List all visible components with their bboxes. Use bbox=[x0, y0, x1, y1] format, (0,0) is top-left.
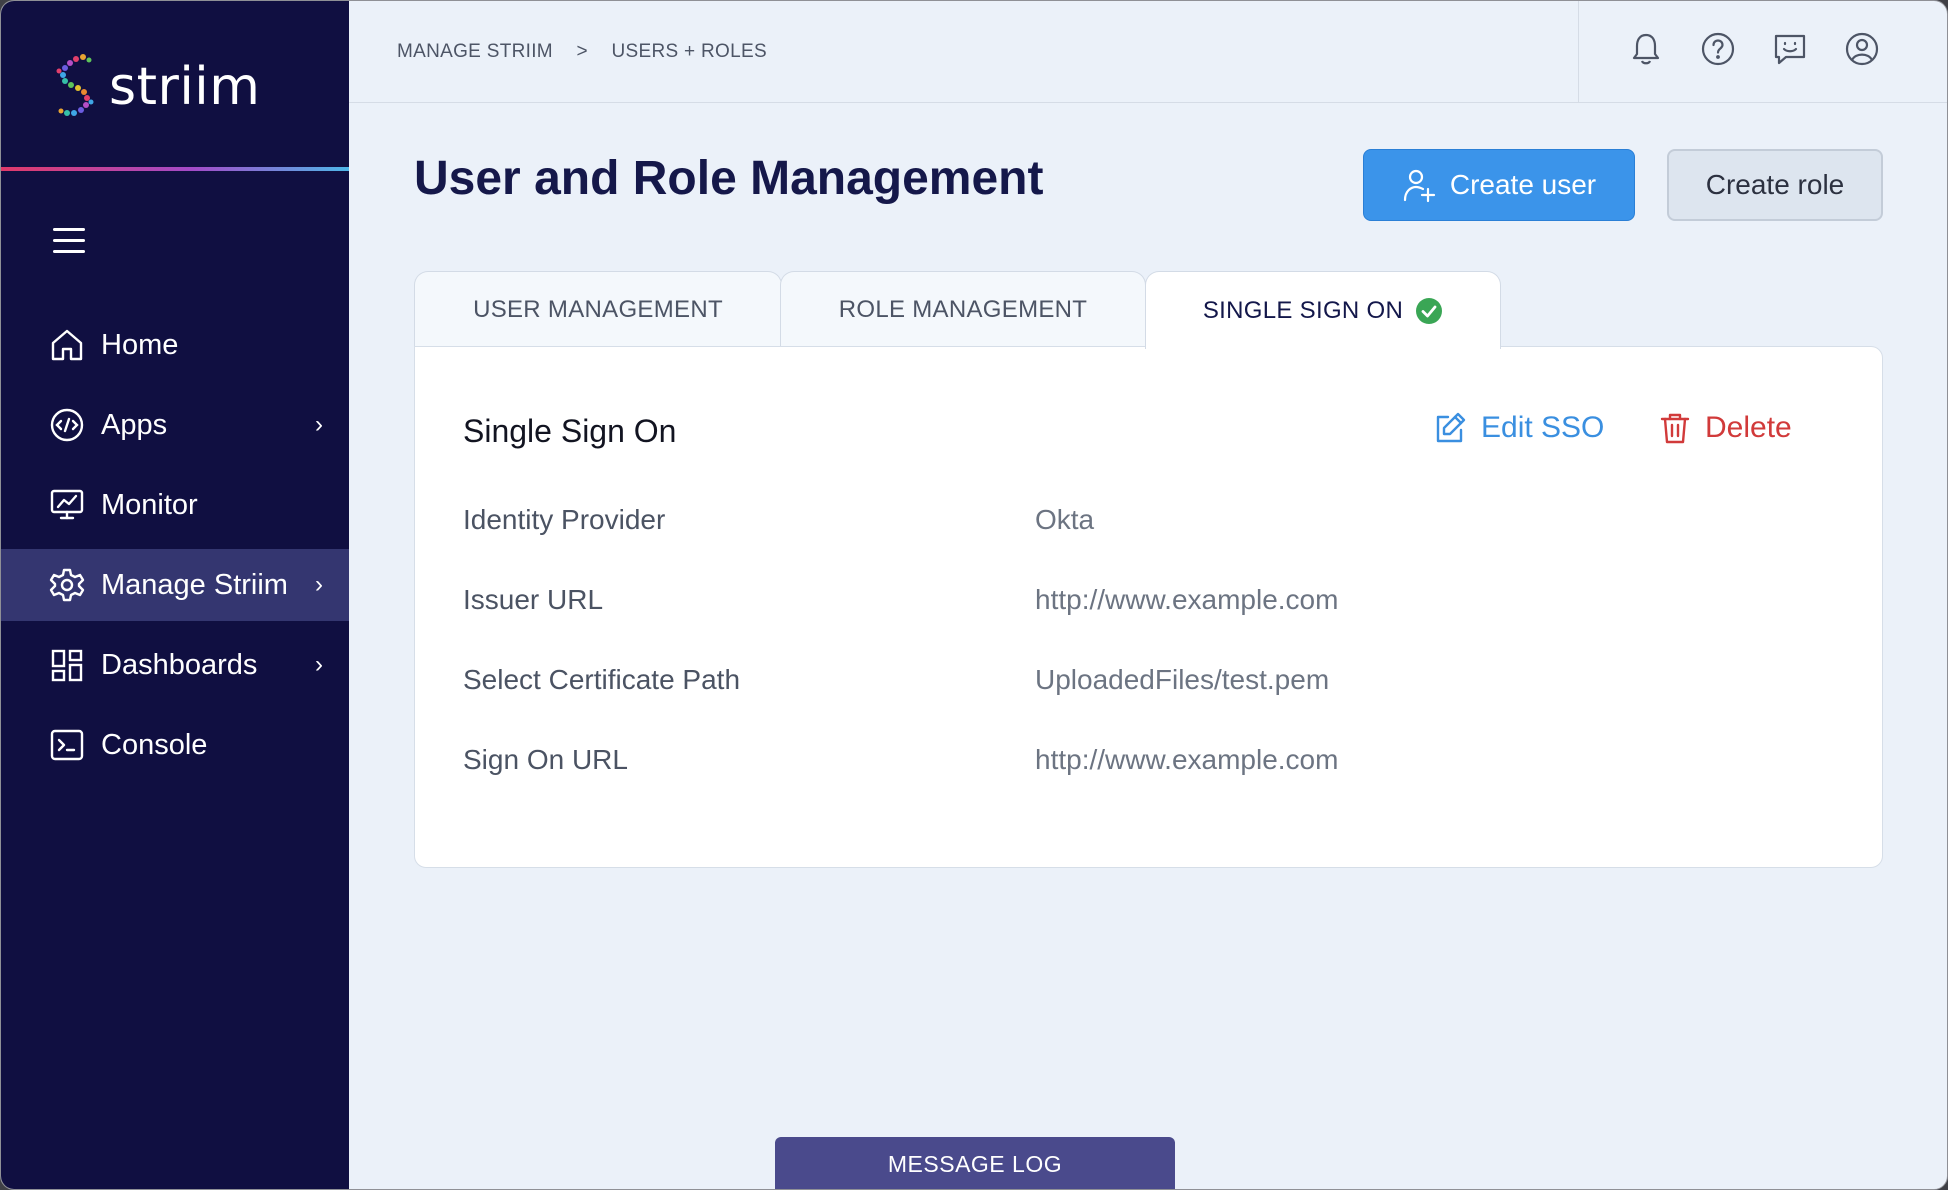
chevron-right-icon: › bbox=[315, 411, 323, 438]
trash-icon bbox=[1660, 413, 1690, 444]
top-icon-group bbox=[1628, 31, 1880, 67]
edit-icon bbox=[1436, 412, 1466, 443]
logo-divider bbox=[1, 167, 349, 171]
field-value: http://www.example.com bbox=[1035, 584, 1339, 615]
hamburger-icon[interactable] bbox=[53, 228, 85, 254]
check-circle-icon bbox=[1416, 297, 1443, 324]
edit-sso-button[interactable]: Edit SSO bbox=[1433, 411, 1604, 445]
tab-role-management[interactable]: ROLE MANAGEMENT bbox=[780, 271, 1146, 347]
field-label: Sign On URL bbox=[463, 744, 628, 775]
chevron-right-icon: › bbox=[315, 651, 323, 678]
sidebar-item-label: Apps bbox=[101, 408, 168, 441]
tab-user-management[interactable]: USER MANAGEMENT bbox=[414, 271, 782, 347]
edit-sso-label: Edit SSO bbox=[1481, 411, 1605, 444]
gear-icon bbox=[49, 568, 85, 602]
sidebar-item-home[interactable]: Home bbox=[1, 309, 349, 381]
user-account-icon[interactable] bbox=[1844, 31, 1880, 67]
sidebar-item-label: Dashboards bbox=[101, 648, 258, 681]
field-label: Issuer URL bbox=[463, 584, 604, 615]
top-bar: MANAGE STRIIM > USERS + ROLES bbox=[349, 1, 1947, 103]
sidebar-item-label: Console bbox=[101, 728, 208, 761]
divider bbox=[1578, 1, 1579, 102]
breadcrumb: MANAGE STRIIM > USERS + ROLES bbox=[397, 41, 767, 63]
apps-icon bbox=[50, 408, 84, 442]
sidebar-item-dashboards[interactable]: Dashboards › bbox=[1, 629, 349, 701]
field-value: Okta bbox=[1035, 504, 1095, 535]
sso-panel-title: Single Sign On bbox=[463, 413, 677, 449]
message-log-button[interactable]: MESSAGE LOG bbox=[775, 1137, 1175, 1189]
monitor-icon bbox=[50, 489, 84, 520]
create-role-button[interactable]: Create role bbox=[1667, 149, 1883, 221]
tab-label: SINGLE SIGN ON bbox=[1202, 296, 1404, 324]
delete-sso-label: Delete bbox=[1705, 411, 1792, 444]
breadcrumb-separator-icon: > bbox=[576, 41, 588, 62]
field-value: UploadedFiles/test.pem bbox=[1035, 664, 1330, 695]
tab-label: ROLE MANAGEMENT bbox=[838, 295, 1088, 323]
create-user-label: Create user bbox=[1449, 169, 1597, 200]
bell-icon[interactable] bbox=[1628, 31, 1664, 67]
main-content: MANAGE STRIIM > USERS + ROLES User and R… bbox=[349, 1, 1947, 1189]
console-icon bbox=[50, 729, 84, 761]
sidebar: striim Home Apps › Monitor Manage Striim… bbox=[1, 1, 349, 1189]
chevron-right-icon: › bbox=[315, 571, 323, 598]
app-window: striim Home Apps › Monitor Manage Striim… bbox=[0, 0, 1948, 1190]
sidebar-item-monitor[interactable]: Monitor bbox=[1, 469, 349, 541]
sidebar-item-label: Home bbox=[101, 328, 179, 361]
breadcrumb-item-users-roles: USERS + ROLES bbox=[611, 41, 767, 62]
logo[interactable]: striim bbox=[49, 51, 260, 123]
logo-text: striim bbox=[109, 57, 261, 117]
message-log-label: MESSAGE LOG bbox=[887, 1150, 1063, 1177]
page-title: User and Role Management bbox=[414, 152, 1044, 205]
field-label: Identity Provider bbox=[463, 504, 666, 535]
tab-label: USER MANAGEMENT bbox=[473, 295, 723, 323]
field-label: Select Certificate Path bbox=[463, 664, 741, 695]
add-user-icon bbox=[1403, 169, 1435, 203]
breadcrumb-item-manage-striim[interactable]: MANAGE STRIIM bbox=[397, 41, 553, 62]
help-icon[interactable] bbox=[1700, 31, 1736, 67]
sidebar-nav: Home Apps › Monitor Manage Striim › Dash… bbox=[1, 309, 349, 789]
striim-logo-icon bbox=[56, 54, 94, 116]
delete-sso-button[interactable]: Delete bbox=[1659, 411, 1792, 445]
sso-panel: Single Sign On Edit SSO Delete Identity … bbox=[414, 346, 1883, 868]
create-user-button[interactable]: Create user bbox=[1363, 149, 1635, 221]
feedback-icon[interactable] bbox=[1772, 31, 1808, 67]
dashboards-icon bbox=[51, 649, 83, 682]
sidebar-item-manage-striim[interactable]: Manage Striim › bbox=[1, 549, 349, 621]
field-value: http://www.example.com bbox=[1035, 744, 1339, 775]
sidebar-item-apps[interactable]: Apps › bbox=[1, 389, 349, 461]
create-role-label: Create role bbox=[1705, 169, 1845, 200]
sidebar-item-label: Manage Striim bbox=[101, 568, 288, 601]
sidebar-item-console[interactable]: Console bbox=[1, 709, 349, 781]
sidebar-item-label: Monitor bbox=[101, 488, 198, 521]
home-icon bbox=[51, 329, 83, 361]
tab-single-sign-on[interactable]: SINGLE SIGN ON bbox=[1145, 271, 1501, 349]
